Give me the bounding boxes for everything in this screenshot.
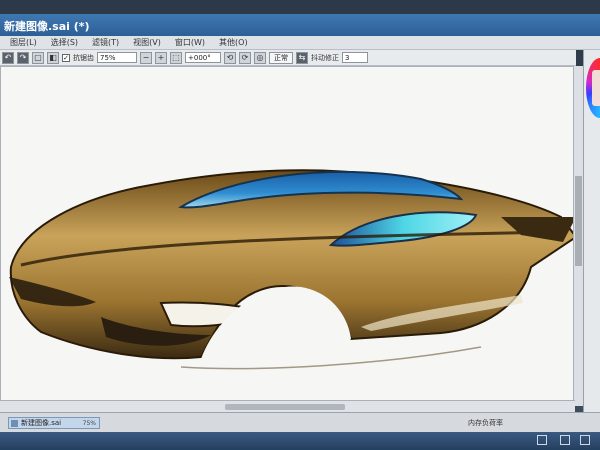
stabilizer-select[interactable]: 3 [342, 52, 368, 63]
keyboard-icon[interactable] [537, 435, 547, 445]
zoom-field[interactable]: 75% [97, 52, 137, 63]
rotate-right-icon[interactable]: ⟳ [239, 51, 251, 64]
vertical-scrollbar[interactable] [573, 66, 583, 406]
menu-filter[interactable]: 滤镜(T) [92, 36, 131, 49]
menu-bar: 图层(L) 选择(S) 滤镜(T) 视图(V) 窗口(W) 其他(O) [0, 36, 600, 50]
document-tab-label: 新建图像.sai [21, 419, 62, 427]
rotate-left-icon[interactable]: ⟲ [224, 51, 236, 64]
flip-icon[interactable]: ⇆ [296, 51, 308, 64]
window-title: 新建图像.sai (*) [4, 20, 90, 33]
windows-taskbar [0, 432, 600, 450]
menu-other[interactable]: 其他(O) [219, 36, 260, 49]
vertical-scroll-thumb[interactable] [575, 176, 582, 266]
drawing-canvas[interactable] [0, 66, 575, 406]
rotation-field[interactable]: +000° [185, 52, 221, 63]
status-bar: 新建图像.sai 75% 内存负荷率 [0, 412, 600, 432]
horizontal-scrollbar[interactable] [0, 400, 575, 412]
memory-load-label: 内存负荷率 [468, 419, 503, 427]
zoom-out-icon[interactable]: − [140, 51, 152, 64]
color-panel [583, 50, 600, 412]
title-bar: 新建图像.sai (*) [0, 14, 600, 36]
network-icon[interactable] [580, 435, 590, 445]
car-sketch [9, 169, 574, 370]
blend-mode-select[interactable]: 正常 [269, 51, 293, 64]
monitor-frame: 新建图像.sai (*) 图层(L) 选择(S) 滤镜(T) 视图(V) 窗口(… [0, 0, 600, 450]
menu-view[interactable]: 视图(V) [133, 36, 173, 49]
invert-selection-icon[interactable]: ◧ [47, 51, 59, 64]
deselect-icon[interactable]: ▢ [32, 51, 44, 64]
menu-layer[interactable]: 图层(L) [10, 36, 49, 49]
document-zoom: 75% [82, 420, 96, 427]
horizontal-scroll-thumb[interactable] [225, 404, 345, 410]
antialias-checkbox[interactable]: ✓ [62, 53, 70, 62]
stabilizer-label: 抖动修正 [311, 53, 339, 62]
redo-icon[interactable]: ↷ [17, 51, 29, 64]
volume-icon[interactable] [560, 435, 570, 445]
menu-select[interactable]: 选择(S) [51, 36, 90, 49]
zoom-reset-icon[interactable]: ⬚ [170, 51, 182, 64]
zoom-in-icon[interactable]: + [155, 51, 167, 64]
undo-icon[interactable]: ↶ [2, 51, 14, 64]
antialias-label: 抗锯齿 [73, 53, 94, 62]
menu-window[interactable]: 窗口(W) [175, 36, 217, 49]
toolbar: ↶ ↷ ▢ ◧ ✓ 抗锯齿 75% − + ⬚ +000° ⟲ ⟳ ◎ 正常 ⇆… [0, 50, 576, 66]
rotate-reset-icon[interactable]: ◎ [254, 51, 266, 64]
color-wheel[interactable] [586, 58, 600, 118]
document-tab[interactable]: 新建图像.sai 75% [8, 417, 100, 429]
document-icon [11, 420, 18, 427]
color-square[interactable] [592, 70, 600, 106]
